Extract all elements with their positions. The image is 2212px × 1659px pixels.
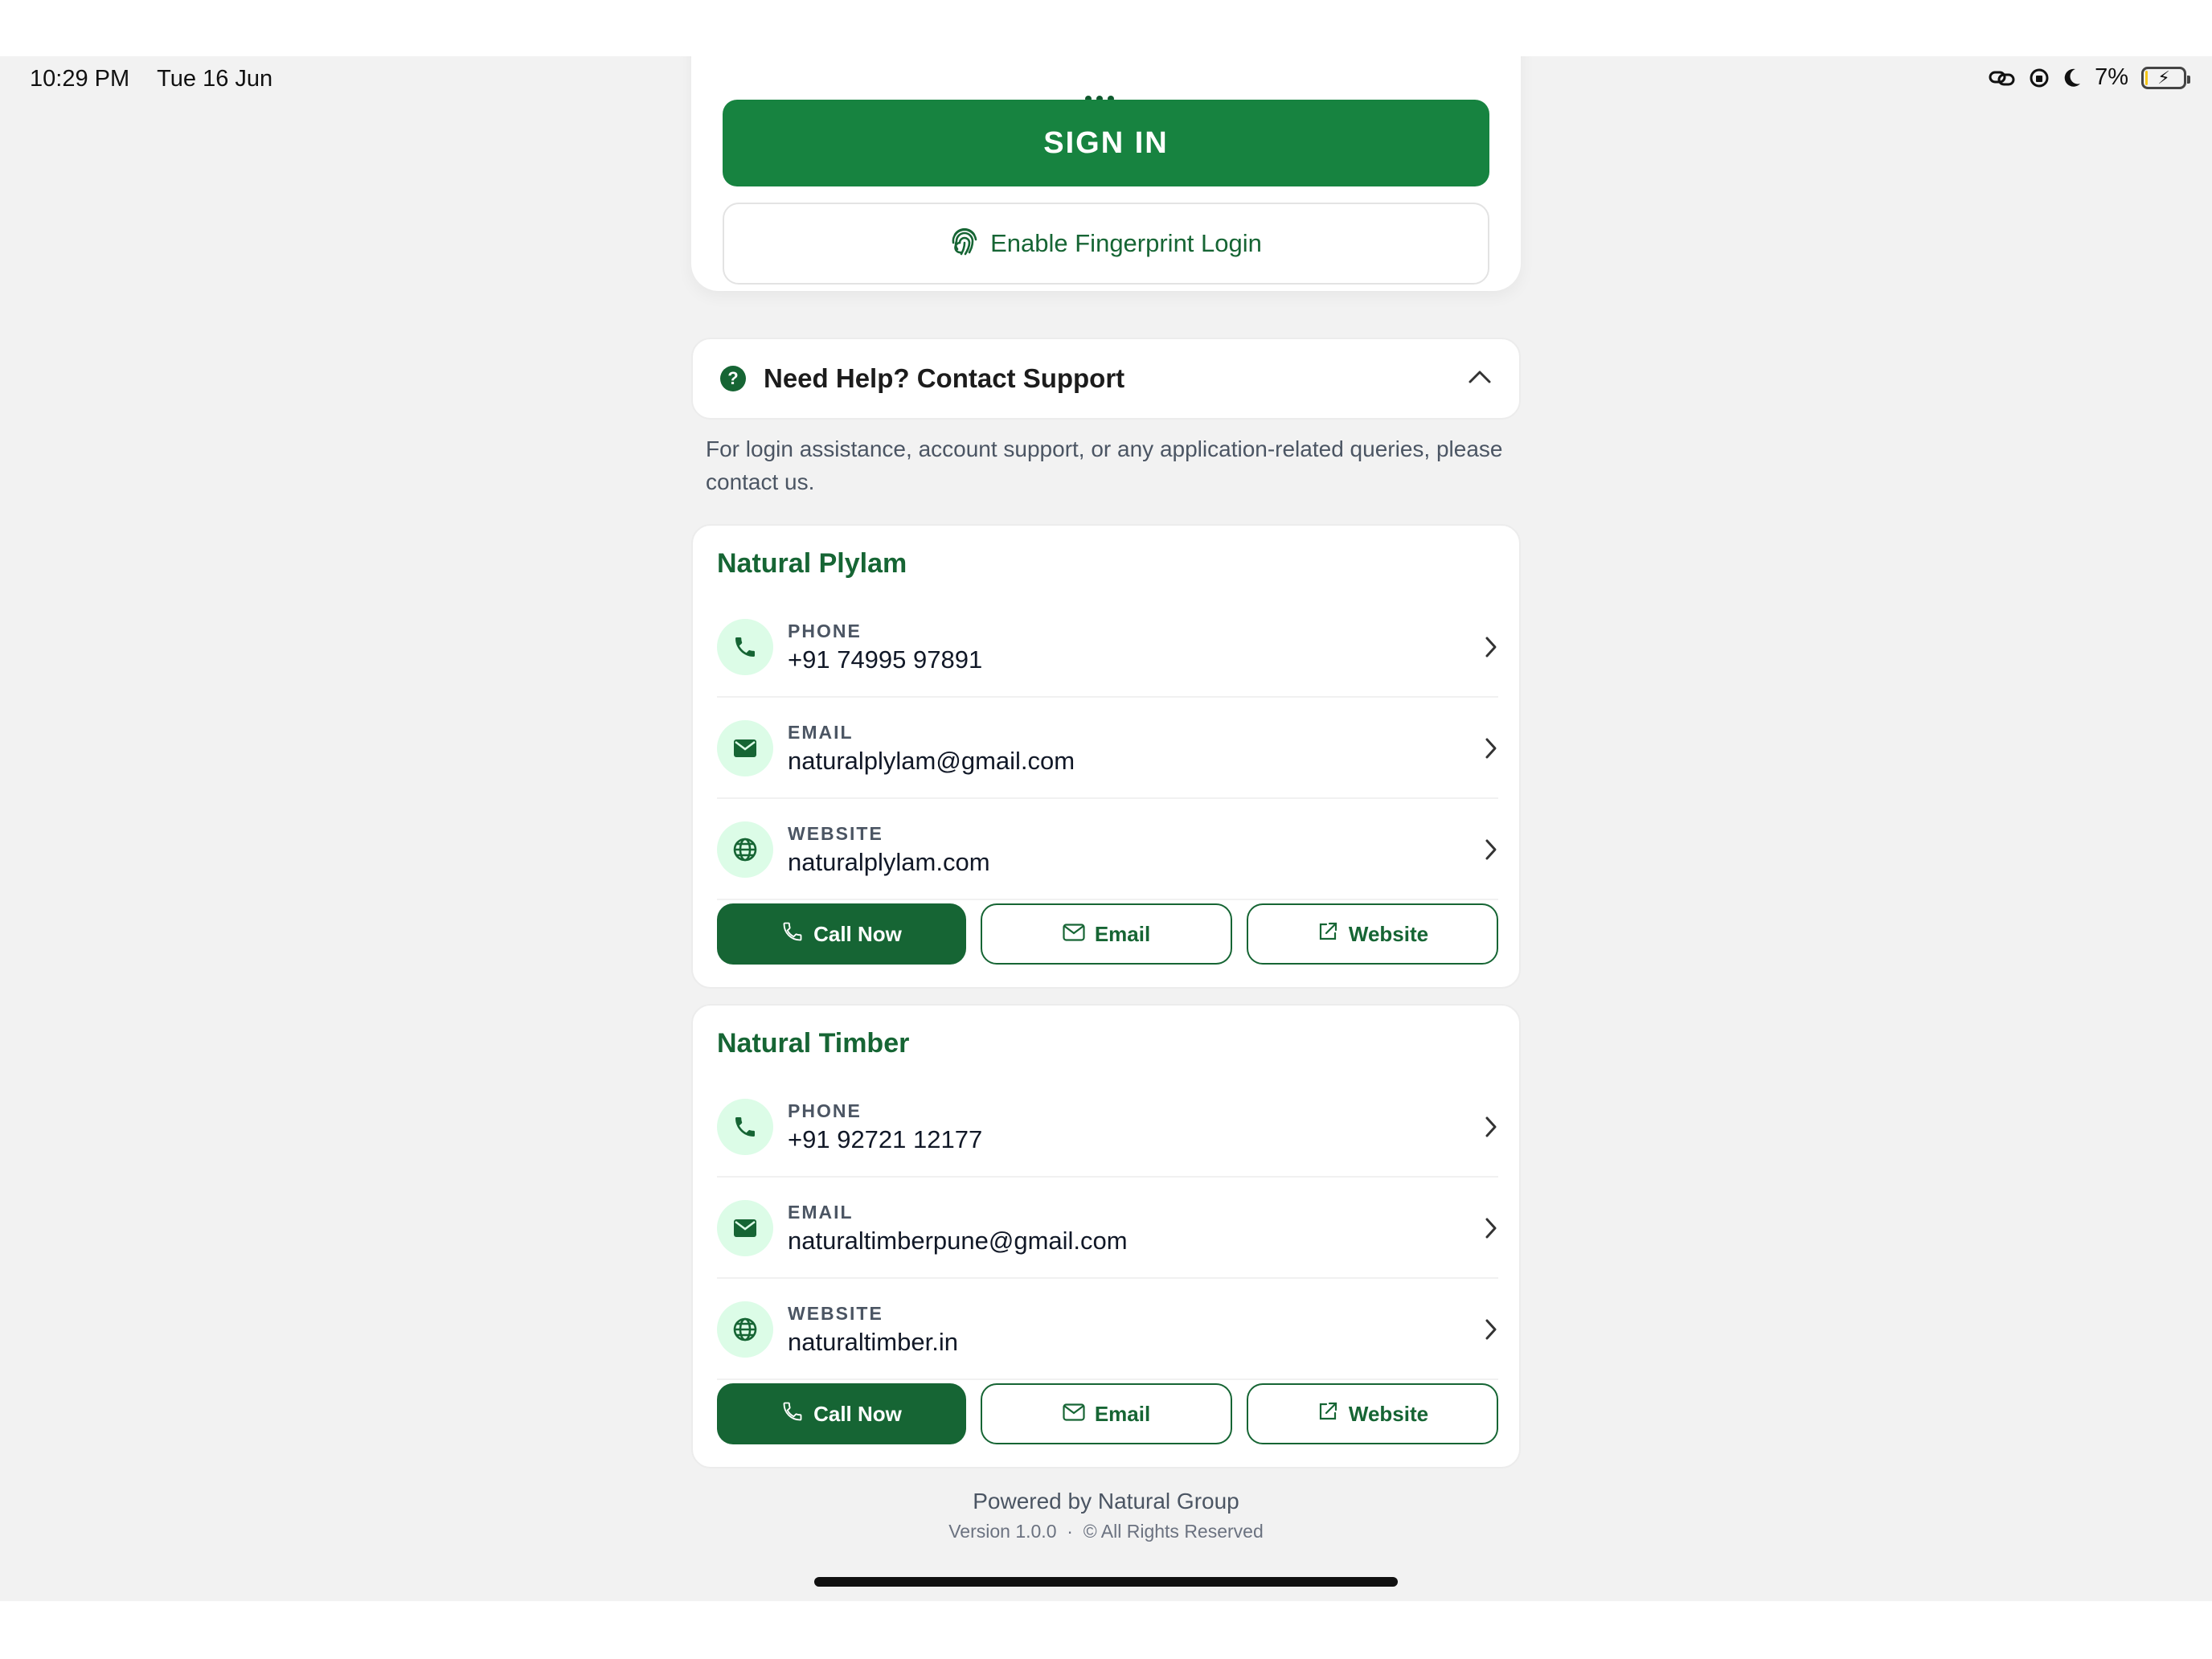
orientation-lock-icon: [2029, 68, 2050, 88]
contact-row-email[interactable]: EMAIL naturaltimberpune@gmail.com: [717, 1179, 1498, 1279]
website-label: Website: [1348, 921, 1429, 946]
website-label: Website: [1348, 1401, 1429, 1426]
support-description: For login assistance, account support, o…: [706, 436, 1503, 494]
contact-row-phone[interactable]: PHONE +91 74995 97891: [717, 598, 1498, 698]
contact-label: PHONE: [788, 620, 862, 641]
mail-outline-icon: [1063, 1402, 1085, 1427]
phone-outline-icon: [781, 1400, 804, 1428]
contact-row-website[interactable]: WEBSITE naturaltimber.in: [717, 1280, 1498, 1380]
fingerprint-icon: [950, 225, 979, 262]
moon-icon: [2062, 68, 2082, 88]
contact-value: +91 92721 12177: [788, 1124, 983, 1153]
footer-separator: ·: [1067, 1521, 1073, 1542]
website-button[interactable]: Website: [1247, 903, 1498, 965]
contact-value: +91 74995 97891: [788, 645, 983, 674]
mail-icon: [717, 1200, 773, 1256]
globe-icon: [717, 1301, 773, 1358]
mail-icon: [717, 720, 773, 776]
company-card-natural-timber: Natural Timber PHONE +91 92721 12177 EMA…: [691, 1004, 1521, 1469]
chevron-right-icon: [1466, 1115, 1498, 1139]
call-now-button[interactable]: Call Now: [717, 903, 966, 965]
chevron-right-icon: [1466, 1216, 1498, 1240]
battery-fill: [2145, 70, 2148, 85]
email-label: Email: [1094, 1401, 1151, 1426]
contact-value: naturaltimberpune@gmail.com: [788, 1226, 1128, 1255]
company-name: Natural Timber: [717, 1028, 910, 1059]
mail-outline-icon: [1063, 922, 1085, 947]
contact-row-website[interactable]: WEBSITE naturalplylam.com: [717, 801, 1498, 900]
link-icon: [1989, 68, 2016, 88]
status-bar-right: 7% ⚡: [1989, 64, 2190, 91]
app-screen: 10:29 PM Tue 16 Jun 7% ⚡ SIGN IN Enable …: [0, 56, 2212, 1601]
chevron-right-icon: [1466, 736, 1498, 760]
contact-label: PHONE: [788, 1100, 862, 1121]
version-text: Version 1.0.0: [948, 1521, 1057, 1542]
call-now-label: Call Now: [813, 1401, 902, 1426]
company-card-natural-plylam: Natural Plylam PHONE +91 74995 97891 EMA…: [691, 524, 1521, 989]
external-link-icon: [1317, 1400, 1339, 1428]
home-indicator[interactable]: [814, 1577, 1398, 1587]
contact-label: EMAIL: [788, 721, 854, 743]
action-buttons: Call Now Email Website: [717, 1383, 1498, 1444]
email-label: Email: [1094, 921, 1151, 946]
sign-in-button[interactable]: SIGN IN: [723, 100, 1489, 186]
phone-icon: [717, 1099, 773, 1155]
contact-label: WEBSITE: [788, 1302, 883, 1324]
support-title: Need Help? Contact Support: [764, 363, 1125, 393]
chevron-right-icon: [1466, 635, 1498, 659]
login-card: SIGN IN Enable Fingerprint Login: [691, 56, 1521, 291]
chevron-up-icon: [1468, 369, 1492, 389]
status-bar-left: 10:29 PM Tue 16 Jun: [30, 66, 272, 92]
status-date: Tue 16 Jun: [157, 66, 273, 92]
email-button[interactable]: Email: [981, 1383, 1232, 1444]
external-link-icon: [1317, 920, 1339, 948]
action-buttons: Call Now Email Website: [717, 903, 1498, 965]
question-icon: ?: [720, 366, 746, 391]
status-time: 10:29 PM: [30, 66, 130, 92]
company-name: Natural Plylam: [717, 548, 907, 579]
battery-percent: 7%: [2095, 64, 2128, 90]
chevron-right-icon: [1466, 838, 1498, 862]
phone-icon: [717, 619, 773, 675]
call-now-label: Call Now: [813, 921, 902, 946]
powered-by-text: Powered by Natural Group: [973, 1489, 1239, 1514]
website-button[interactable]: Website: [1247, 1383, 1498, 1444]
call-now-button[interactable]: Call Now: [717, 1383, 966, 1444]
contact-row-phone[interactable]: PHONE +91 92721 12177: [717, 1078, 1498, 1178]
battery-icon: ⚡: [2141, 66, 2190, 89]
version-line: Version 1.0.0 · © All Rights Reserved: [691, 1521, 1521, 1542]
contact-label: EMAIL: [788, 1201, 854, 1223]
contact-value: naturaltimber.in: [788, 1327, 958, 1356]
charging-bolt-icon: ⚡: [2157, 67, 2170, 88]
globe-icon: [717, 821, 773, 878]
chevron-right-icon: [1466, 1317, 1498, 1342]
fingerprint-label: Enable Fingerprint Login: [990, 229, 1262, 257]
contact-label: WEBSITE: [788, 822, 883, 844]
rights-text: © All Rights Reserved: [1083, 1521, 1264, 1542]
enable-fingerprint-button[interactable]: Enable Fingerprint Login: [723, 203, 1489, 285]
phone-outline-icon: [781, 920, 804, 948]
contact-value: naturalplylam@gmail.com: [788, 746, 1075, 775]
contact-row-email[interactable]: EMAIL naturalplylam@gmail.com: [717, 699, 1498, 799]
email-button[interactable]: Email: [981, 903, 1232, 965]
contact-value: naturalplylam.com: [788, 847, 990, 876]
support-accordion-header[interactable]: ? Need Help? Contact Support: [691, 338, 1521, 420]
